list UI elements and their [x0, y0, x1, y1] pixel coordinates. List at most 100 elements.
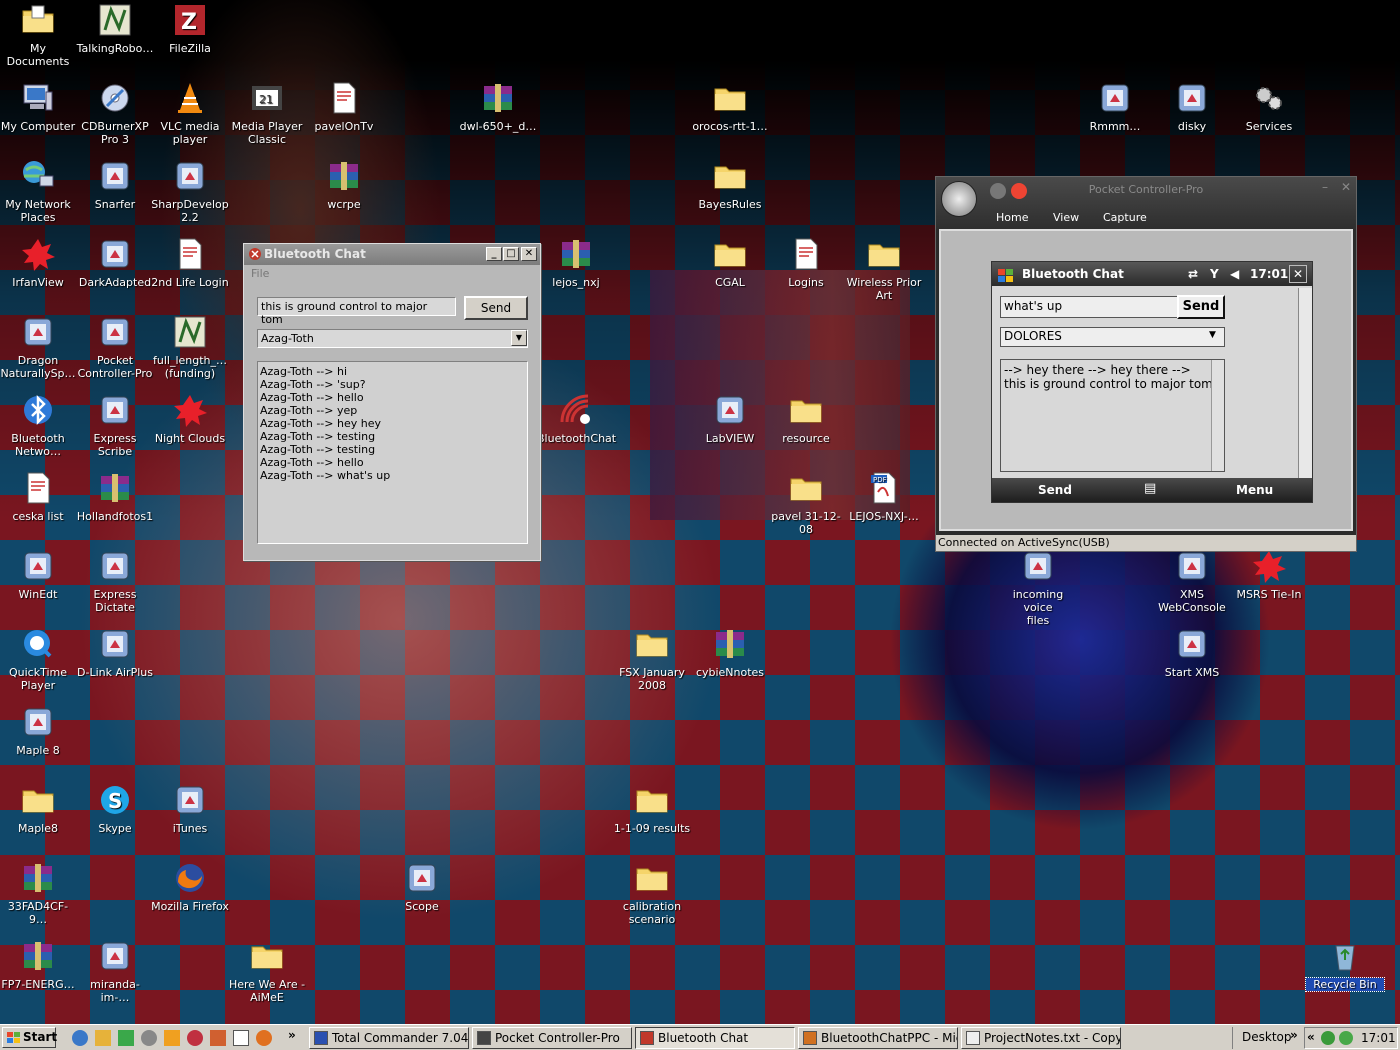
send-button[interactable]: Send: [464, 296, 528, 320]
taskbar-button[interactable]: Bluetooth Chat: [635, 1027, 795, 1049]
desktop-icon-folder[interactable]: FSX January 2008: [613, 626, 691, 692]
desktop-icon-app-generic[interactable]: Maple 8: [0, 704, 77, 757]
app-icon[interactable]: [141, 1030, 157, 1046]
desktop-icon-folder[interactable]: orocos-rtt-1…: [691, 80, 769, 133]
desktop-icon-archive[interactable]: FP7-ENERG…: [0, 938, 77, 991]
desktop-icon-document[interactable]: ceska list: [0, 470, 77, 523]
desktop-icon-archive[interactable]: dwl-650+_d…: [459, 80, 537, 133]
device-log-scrollbar[interactable]: [1211, 360, 1224, 471]
message-input[interactable]: this is ground control to major tom: [257, 297, 456, 326]
desktop-icon-app-generic[interactable]: LabVIEW: [691, 392, 769, 445]
desktop-toolbar[interactable]: Desktop: [1242, 1030, 1292, 1044]
desktop-icon-folder[interactable]: resource: [767, 392, 845, 445]
desktop-icon-bluetooth-chat[interactable]: BluetoothChat: [537, 392, 616, 445]
close-button[interactable]: ✕: [1341, 180, 1351, 194]
desktop-icon-folder[interactable]: calibration scenario: [613, 860, 691, 926]
desktop-icon-app-generic[interactable]: disky: [1153, 80, 1231, 133]
desktop-icon-folder[interactable]: CGAL: [691, 236, 769, 289]
desktop-icon-archive[interactable]: Hollandfotos1: [76, 470, 154, 523]
ie-icon[interactable]: [72, 1030, 88, 1046]
notepad-icon[interactable]: [233, 1030, 249, 1046]
firefox-icon[interactable]: [256, 1030, 272, 1046]
miranda-icon[interactable]: [164, 1030, 180, 1046]
desktop-icon-folder[interactable]: pavel 31-12-08: [767, 470, 845, 536]
device-send-button[interactable]: Send: [1177, 295, 1225, 319]
desktop-icon-app-generic[interactable]: Start XMS: [1153, 626, 1231, 679]
chevron-down-icon[interactable]: ▼: [1209, 330, 1216, 340]
tab-home[interactable]: Home: [996, 211, 1028, 224]
taskbar-button[interactable]: ProjectNotes.txt - Copy…: [961, 1027, 1121, 1049]
desktop-icon-app-n[interactable]: TalkingRobo…: [76, 2, 154, 55]
desktop-icon-bluetooth[interactable]: Bluetooth Netwo…: [0, 392, 77, 458]
folder-icon[interactable]: [95, 1030, 111, 1046]
desktop-icon-red-splat[interactable]: Night Clouds: [151, 392, 229, 445]
desktop-icon-folder[interactable]: Maple8: [0, 782, 77, 835]
desktop-icon-app-generic[interactable]: Express Dictate: [76, 548, 154, 614]
activesync-icon[interactable]: [1339, 1031, 1353, 1045]
desktop-icon-app-generic[interactable]: Express Scribe: [76, 392, 154, 458]
desktop-icon-network[interactable]: My Network Places: [0, 158, 77, 224]
bluetooth-chat-window[interactable]: Bluetooth Chat _ □ ✕ File this is ground…: [243, 243, 541, 561]
arrow-icon[interactable]: [118, 1030, 134, 1046]
close-button[interactable]: ✕: [521, 247, 537, 261]
maximize-button[interactable]: □: [503, 247, 519, 261]
desktop-icon-archive[interactable]: cybieNnotes: [691, 626, 769, 679]
network-icon[interactable]: [1321, 1031, 1335, 1045]
desktop-icon-red-splat[interactable]: IrfanView: [0, 236, 77, 289]
desktop-icon-pdf[interactable]: PDF LEJOS-NXJ-…: [845, 470, 923, 523]
softkey-send[interactable]: Send: [1038, 483, 1072, 497]
taskbar-button[interactable]: Total Commander 7.04a …: [309, 1027, 469, 1049]
desktop-icon-app-generic[interactable]: Rmmm…: [1076, 80, 1154, 133]
softkey-menu[interactable]: Menu: [1236, 483, 1273, 497]
desktop-icon-app-generic[interactable]: SharpDevelop 2.2: [151, 158, 229, 224]
desktop-icon-archive[interactable]: wcrpe: [305, 158, 383, 211]
tab-view[interactable]: View: [1053, 211, 1079, 224]
desktop-icon-archive[interactable]: 33FAD4CF-9…: [0, 860, 77, 926]
desktop-icon-app-generic[interactable]: Snarfer: [76, 158, 154, 211]
desktop-icon-document[interactable]: 2nd Life Login: [151, 236, 229, 289]
desktop-icon-app-generic[interactable]: WinEdt: [0, 548, 77, 601]
device-select[interactable]: Azag-Toth ▼: [257, 329, 528, 348]
desktop-icon-archive[interactable]: lejos_nxj: [537, 236, 615, 289]
desktop-icon-folder[interactable]: 1-1-09 results: [613, 782, 691, 835]
desktop-icon-app-generic[interactable]: DarkAdapted: [76, 236, 154, 289]
bluetooth-chat-titlebar[interactable]: Bluetooth Chat _ □ ✕: [244, 244, 540, 265]
desktop-icon-app-generic[interactable]: Dragon NaturallySp…: [0, 314, 77, 380]
desktop-icon-app-generic[interactable]: iTunes: [151, 782, 229, 835]
desktop-icon-filezilla[interactable]: Z FileZilla: [151, 2, 229, 55]
desktop-icon-folder[interactable]: Wireless Prior Art: [845, 236, 923, 302]
desktop-icon-folder-docs[interactable]: My Documents: [0, 2, 77, 68]
desktop-icon-folder[interactable]: BayesRules: [691, 158, 769, 211]
desktop-icon-gears[interactable]: Services: [1230, 80, 1308, 133]
desktop-icon-firefox[interactable]: Mozilla Firefox: [151, 860, 229, 913]
taskbar-button[interactable]: BluetoothChatPPC - Micr…: [798, 1027, 958, 1049]
tab-capture[interactable]: Capture: [1103, 211, 1147, 224]
pocket-controller-window[interactable]: Pocket Controller-Pro – ✕ Home View Capt…: [935, 176, 1357, 552]
keyboard-icon[interactable]: ▤: [1144, 481, 1156, 496]
app-icon[interactable]: [210, 1030, 226, 1046]
desktop-icon-document[interactable]: Logins: [767, 236, 845, 289]
app-icon[interactable]: [187, 1030, 203, 1046]
menu-file[interactable]: File: [251, 267, 269, 280]
desktop-icon-skype[interactable]: S Skype: [76, 782, 154, 835]
desktop-icon-recycle-bin[interactable]: Recycle Bin: [1305, 938, 1385, 992]
device-select[interactable]: DOLORES ▼: [1000, 327, 1225, 347]
device-page-scrollbar[interactable]: [1298, 288, 1312, 478]
minimize-button[interactable]: _: [486, 247, 502, 261]
desktop-icon-app-n[interactable]: full_length_… (funding): [151, 314, 229, 380]
start-button[interactable]: Start: [2, 1027, 57, 1048]
desktop-icon-quicktime[interactable]: QuickTime Player: [0, 626, 77, 692]
desktop-icon-vlc-cone[interactable]: VLC media player: [151, 80, 229, 146]
device-close-button[interactable]: ✕: [1289, 265, 1307, 283]
desktop-icon-app-generic[interactable]: D-Link AirPlus: [76, 626, 154, 679]
windows-flag-icon[interactable]: [998, 267, 1014, 291]
device-message-input[interactable]: what's up: [1000, 296, 1178, 318]
desktop-icon-app-generic[interactable]: Pocket Controller-Pro: [76, 314, 154, 380]
tray-expand-icon[interactable]: «: [1307, 1030, 1315, 1044]
desktop-icon-app-generic[interactable]: incoming voice files: [999, 548, 1077, 627]
desktop-icon-document[interactable]: pavelOnTv: [305, 80, 383, 133]
device-screen[interactable]: Bluetooth Chat ⇄ Y ◀ 17:01 ✕ what's up S…: [991, 261, 1313, 503]
desktop-icon-app-generic[interactable]: miranda-im-…: [76, 938, 154, 1004]
desktop-icon-red-splat[interactable]: MSRS Tie-In: [1230, 548, 1308, 601]
desktop-icon-film[interactable]: 21 Media Player Classic: [228, 80, 306, 146]
